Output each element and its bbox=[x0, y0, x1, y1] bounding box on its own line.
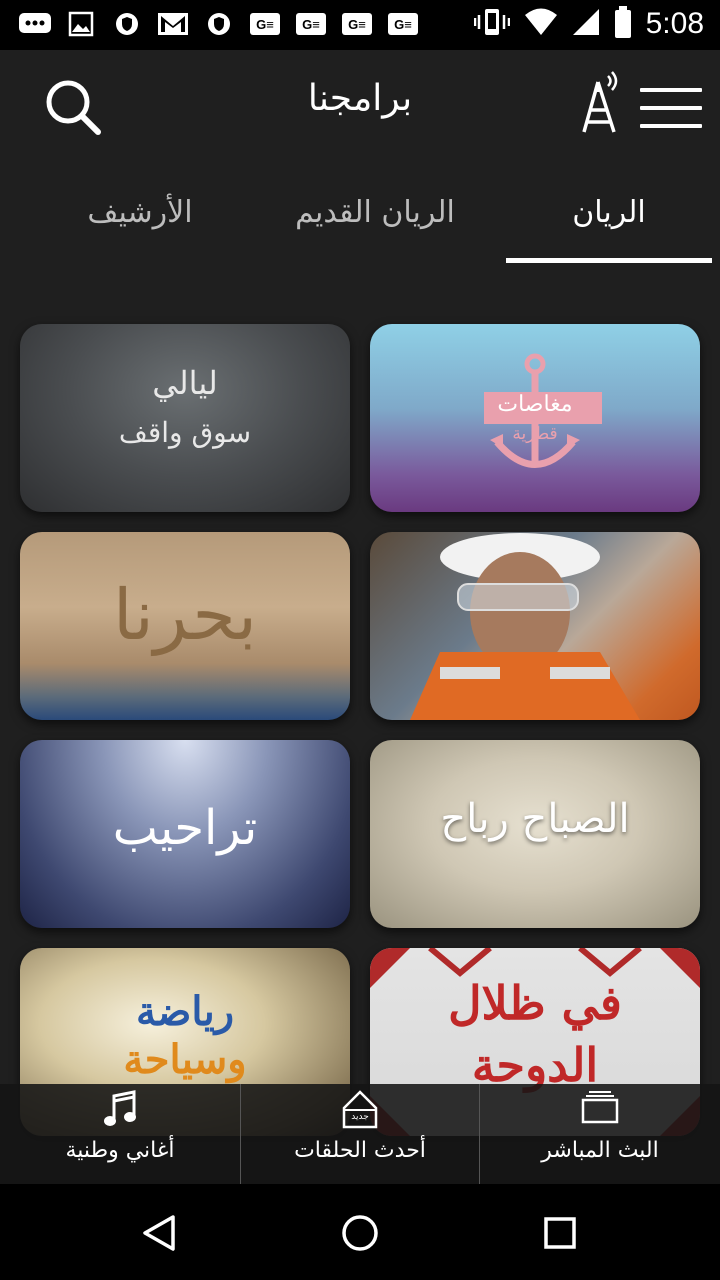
program-title: الصباح رباح bbox=[440, 796, 630, 842]
ge-icon: G≡ bbox=[294, 10, 328, 38]
tv-icon bbox=[581, 1091, 619, 1124]
image-icon bbox=[64, 10, 98, 38]
svg-text:G≡: G≡ bbox=[394, 17, 412, 32]
nav-label: البث المباشر bbox=[541, 1138, 659, 1163]
live-radio-button[interactable] bbox=[576, 70, 626, 136]
vibrate-icon bbox=[473, 7, 510, 41]
battery-icon bbox=[614, 6, 632, 42]
music-note-icon bbox=[104, 1090, 136, 1126]
program-card-tarahib[interactable]: تراحيب bbox=[20, 740, 350, 928]
wifi-icon bbox=[524, 8, 558, 40]
recents-icon bbox=[544, 1217, 576, 1249]
program-title: رياضة bbox=[135, 988, 235, 1035]
tab-archive[interactable]: الأرشيف bbox=[40, 160, 240, 264]
program-card-worker[interactable] bbox=[370, 532, 700, 720]
program-title: تراحيب bbox=[112, 800, 258, 856]
new-badge-icon bbox=[342, 1090, 378, 1129]
program-card-bahrna[interactable]: بحرنا bbox=[20, 532, 350, 720]
back-icon bbox=[143, 1215, 175, 1251]
nav-label: أحدث الحلقات bbox=[294, 1138, 426, 1163]
program-image-person bbox=[410, 533, 640, 720]
program-title: بحرنا bbox=[112, 574, 258, 656]
status-bar: G≡ G≡ G≡ G≡ 5:08 bbox=[0, 0, 720, 50]
home-button[interactable] bbox=[335, 1208, 385, 1258]
program-subtitle: وسياحة bbox=[123, 1036, 247, 1083]
recents-button[interactable] bbox=[535, 1208, 585, 1258]
clock: 5:08 bbox=[645, 7, 704, 40]
program-title: ليالي bbox=[152, 364, 218, 402]
tab-alrayyan-old[interactable]: الريان القديم bbox=[270, 160, 480, 264]
nav-label: أغاني وطنية bbox=[65, 1138, 175, 1163]
tab-bar: الريان الريان القديم الأرشيف bbox=[0, 160, 720, 264]
svg-text:G≡: G≡ bbox=[302, 17, 320, 32]
tab-alrayyan[interactable]: الريان bbox=[506, 160, 712, 264]
bottom-navigation: البث المباشر جديد أحدث الحلقات أغاني وطن… bbox=[0, 1084, 720, 1184]
menu-button[interactable] bbox=[640, 86, 702, 130]
tab-label: الأرشيف bbox=[87, 194, 193, 230]
ge-icon: G≡ bbox=[340, 10, 374, 38]
ge-icon: G≡ bbox=[248, 10, 282, 38]
vpn-icon bbox=[202, 10, 236, 38]
svg-text:G≡: G≡ bbox=[256, 17, 274, 32]
program-title: في ظلال bbox=[448, 976, 622, 1030]
divider bbox=[240, 1084, 241, 1184]
vpn-icon bbox=[110, 10, 144, 38]
tab-label: الريان القديم bbox=[295, 194, 455, 230]
new-badge-text: جديد bbox=[351, 1112, 369, 1122]
program-subtitle: قطرية bbox=[512, 424, 558, 444]
system-navigation-bar bbox=[0, 1184, 720, 1280]
message-icon bbox=[18, 10, 52, 38]
program-card-alsabah[interactable]: الصباح رباح bbox=[370, 740, 700, 928]
ge-icon: G≡ bbox=[386, 10, 420, 38]
tab-label: الريان bbox=[572, 194, 646, 230]
back-button[interactable] bbox=[134, 1208, 184, 1258]
antenna-icon bbox=[582, 71, 618, 133]
tab-indicator bbox=[506, 258, 712, 263]
program-card-maghasat[interactable]: مغاصات قطرية bbox=[370, 324, 700, 512]
svg-text:G≡: G≡ bbox=[348, 17, 366, 32]
program-title: مغاصات bbox=[497, 392, 573, 417]
program-card-layali[interactable]: ليالي سوق واقف bbox=[20, 324, 350, 512]
signal-icon bbox=[572, 8, 600, 40]
home-icon bbox=[342, 1215, 378, 1251]
app-bar: برامجنا bbox=[0, 50, 720, 160]
program-subtitle: سوق واقف bbox=[118, 416, 252, 449]
nav-latest-episodes[interactable]: جديد أحدث الحلقات bbox=[240, 1084, 480, 1184]
nav-national-songs[interactable]: أغاني وطنية bbox=[0, 1084, 240, 1184]
nav-live-broadcast[interactable]: البث المباشر bbox=[480, 1084, 720, 1184]
gmail-icon bbox=[156, 10, 190, 38]
